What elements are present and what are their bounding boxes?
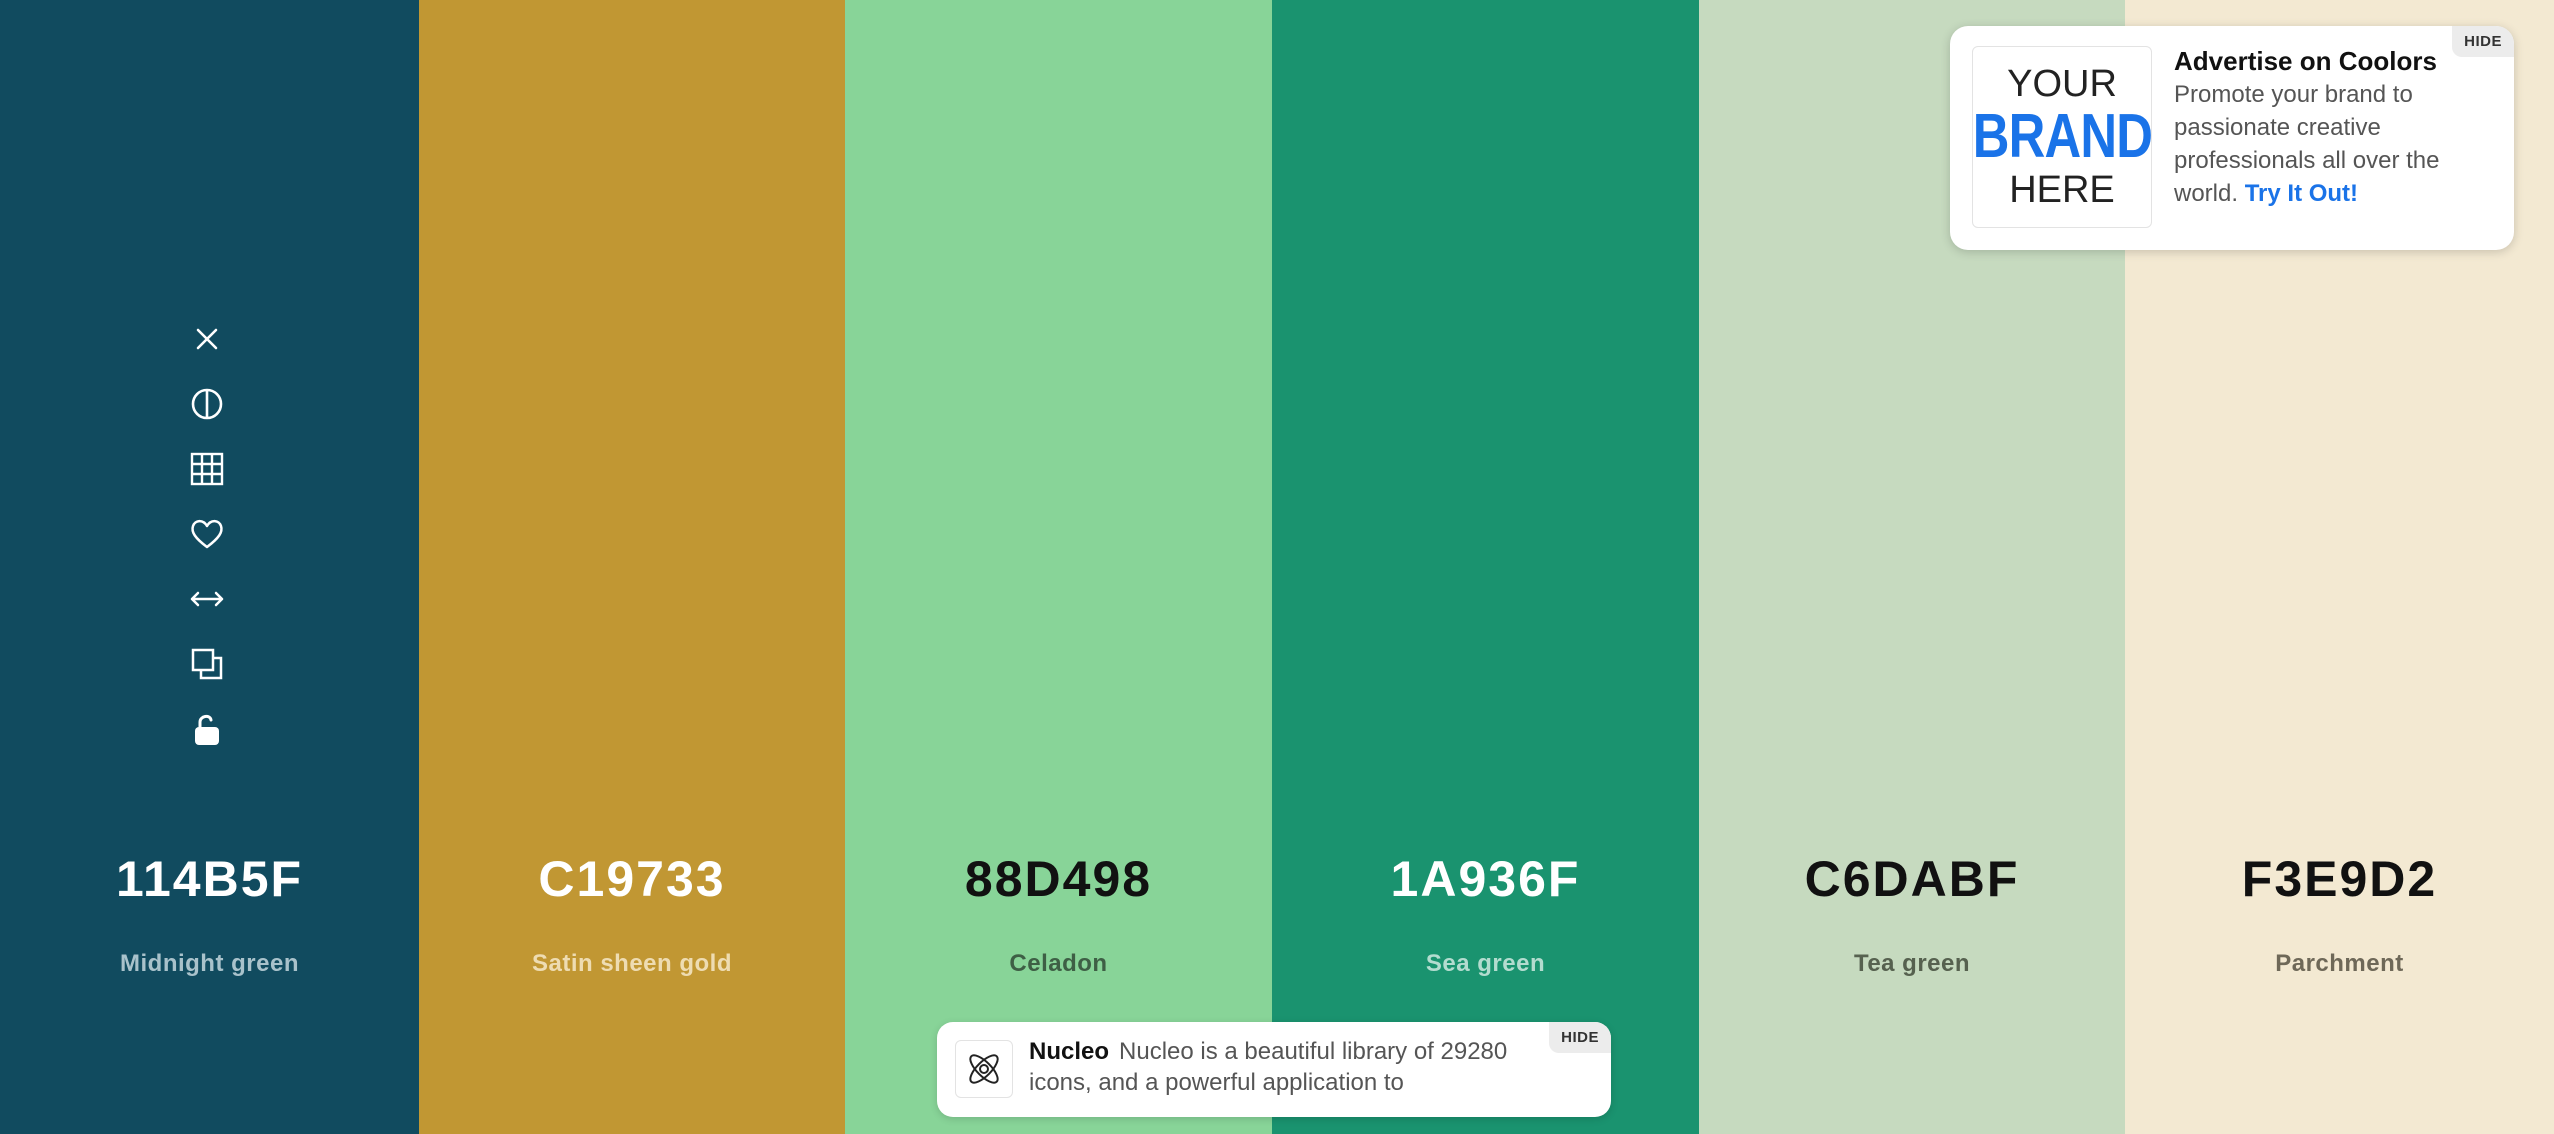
copy-hex-button[interactable] — [185, 642, 229, 686]
color-name[interactable]: Parchment — [2125, 950, 2554, 978]
copy-icon — [191, 648, 223, 680]
color-name[interactable]: Midnight green — [0, 950, 419, 978]
try-it-out-link[interactable]: Try It Out! — [2245, 180, 2358, 207]
nucleo-logo[interactable] — [955, 1040, 1013, 1098]
brand-logo-line3: HERE — [2009, 169, 2115, 211]
lock-color-button[interactable] — [185, 707, 229, 751]
brand-logo[interactable]: YOUR BRAND HERE — [1972, 46, 2153, 228]
ad-body: Promote your brand to passionate creativ… — [2174, 78, 2494, 210]
swatch-celadon[interactable]: 88D498 Celadon — [845, 0, 1272, 1134]
color-name[interactable]: Sea green — [1272, 950, 1699, 978]
nucleo-ad-text: Nucleo Nucleo is a beautiful library of 2… — [1029, 1036, 1549, 1098]
nucleo-ad-title[interactable]: Nucleo — [1029, 1038, 1109, 1065]
hex-code[interactable]: 114B5F — [0, 850, 419, 908]
hex-code[interactable]: F3E9D2 — [2125, 850, 2554, 908]
advertise-ad-card[interactable]: HIDE YOUR BRAND HERE Advertise on Coolor… — [1950, 26, 2514, 250]
color-name[interactable]: Tea green — [1699, 950, 2125, 978]
swatch-sea-green[interactable]: 1A936F Sea green — [1272, 0, 1699, 1134]
swatch-midnight-green[interactable]: 114B5F Midnight green — [0, 0, 419, 1134]
hex-code[interactable]: 1A936F — [1272, 850, 1699, 908]
swatch-satin-sheen-gold[interactable]: C19733 Satin sheen gold — [419, 0, 845, 1134]
ad-title[interactable]: Advertise on Coolors — [2174, 44, 2494, 78]
contrast-button[interactable] — [185, 382, 229, 426]
close-icon — [196, 328, 218, 350]
contrast-icon — [191, 388, 223, 420]
nucleo-ad-card[interactable]: HIDE Nucleo Nucleo is a beautiful library… — [937, 1022, 1611, 1117]
brand-logo-line2: BRAND — [1972, 102, 2152, 171]
color-name[interactable]: Celadon — [845, 950, 1272, 978]
save-color-button[interactable] — [185, 512, 229, 556]
view-shades-button[interactable] — [185, 447, 229, 491]
hex-code[interactable]: C19733 — [419, 850, 845, 908]
hex-code[interactable]: 88D498 — [845, 850, 1272, 908]
swatch-toolbar — [185, 317, 229, 772]
color-name[interactable]: Satin sheen gold — [419, 950, 845, 978]
ad-text: Advertise on Coolors Promote your brand … — [2174, 44, 2494, 210]
brand-logo-line1: YOUR — [2007, 63, 2117, 105]
unlock-icon — [195, 714, 219, 745]
drag-arrows-icon — [190, 591, 224, 607]
atom-icon — [969, 1054, 999, 1084]
hide-ad-button[interactable]: HIDE — [1549, 1022, 1611, 1053]
drag-button[interactable] — [185, 577, 229, 621]
remove-color-button[interactable] — [185, 317, 229, 361]
shades-grid-icon — [190, 452, 224, 486]
hex-code[interactable]: C6DABF — [1699, 850, 2125, 908]
heart-icon — [191, 519, 223, 549]
